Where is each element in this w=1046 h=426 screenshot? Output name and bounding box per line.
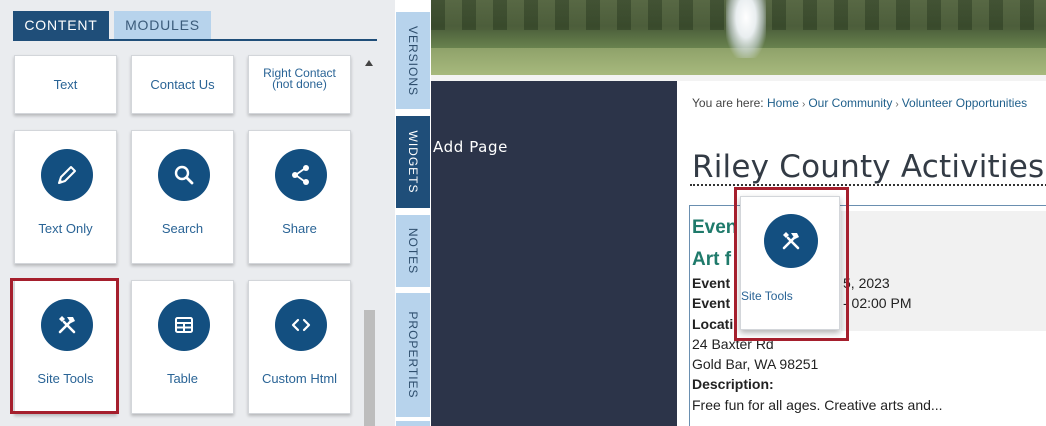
event-description-label: Description: [692,376,774,392]
widget-label: Custom Html [261,371,338,386]
tab-modules[interactable]: MODULES [114,11,211,39]
event-date: Event 5, 2023 [692,275,890,291]
breadcrumb-volunteer[interactable]: Volunteer Opportunities [902,96,1027,110]
widget-share[interactable]: Share [248,130,351,264]
tab-widgets[interactable]: WIDGETS [396,116,430,208]
drop-placeholder [841,211,1046,331]
scrollbar-thumb[interactable] [364,310,375,426]
site-tools-highlight [10,278,119,414]
event-title[interactable]: Art fs [692,249,834,271]
table-icon [158,299,210,351]
share-icon [275,149,327,201]
tab-notes[interactable]: NOTES [396,215,430,287]
breadcrumb-prefix: You are here: [692,96,764,110]
widget-text[interactable]: Text [14,55,117,114]
drag-highlight [734,187,849,341]
page-sidebar: Add Page [431,81,677,426]
event-description: Free fun for all ages. Creative arts and… [692,397,943,413]
widget-label: Share [282,221,317,236]
side-tabs: VERSIONS WIDGETS NOTES PROPERTIES [395,0,431,426]
widget-panel: CONTENT MODULES Text Contact Us Right Co… [0,0,395,426]
event-address-line2: Gold Bar, WA 98251 [692,356,819,372]
widget-right-contact[interactable]: Right Contact (not done) [248,55,351,114]
pencil-icon [41,149,93,201]
code-icon [275,299,327,351]
search-icon [158,149,210,201]
widget-label: Text [53,77,78,92]
widget-table[interactable]: Table [131,280,234,414]
breadcrumb-our-community[interactable]: Our Community [808,96,892,110]
widget-custom-html[interactable]: Custom Html [248,280,351,414]
widget-label: Contact Us [150,77,215,92]
tab-properties[interactable]: PROPERTIES [396,293,430,417]
hero-image [431,0,1046,75]
breadcrumb: You are here: Home › Our Community › Volunte… [692,96,1028,110]
event-heading: Even [692,217,738,238]
widget-label: Table [166,371,199,386]
event-location-label: Locati [692,316,734,332]
event-time: Event - 02:00 PM [692,295,912,311]
page-title: Riley County Activities [692,149,1045,185]
widget-search[interactable]: Search [131,130,234,264]
widget-label: Search [161,221,204,236]
tab-versions[interactable]: VERSIONS [396,12,430,109]
tab-content[interactable]: CONTENT [13,11,109,39]
breadcrumb-home[interactable]: Home [767,96,799,110]
page-content: You are here: Home › Our Community › Volunte… [677,81,1046,426]
tab-next[interactable] [396,421,430,426]
scroll-up-arrow[interactable] [365,60,373,66]
widget-label: Right Contact (not done) [263,66,336,91]
drop-zone-border [690,184,1046,186]
widget-text-only[interactable]: Text Only [14,130,117,264]
add-page-link[interactable]: Add Page [433,138,508,156]
widget-label: Text Only [38,221,93,236]
widget-contact-us[interactable]: Contact Us [131,55,234,114]
tab-underline [13,39,377,41]
